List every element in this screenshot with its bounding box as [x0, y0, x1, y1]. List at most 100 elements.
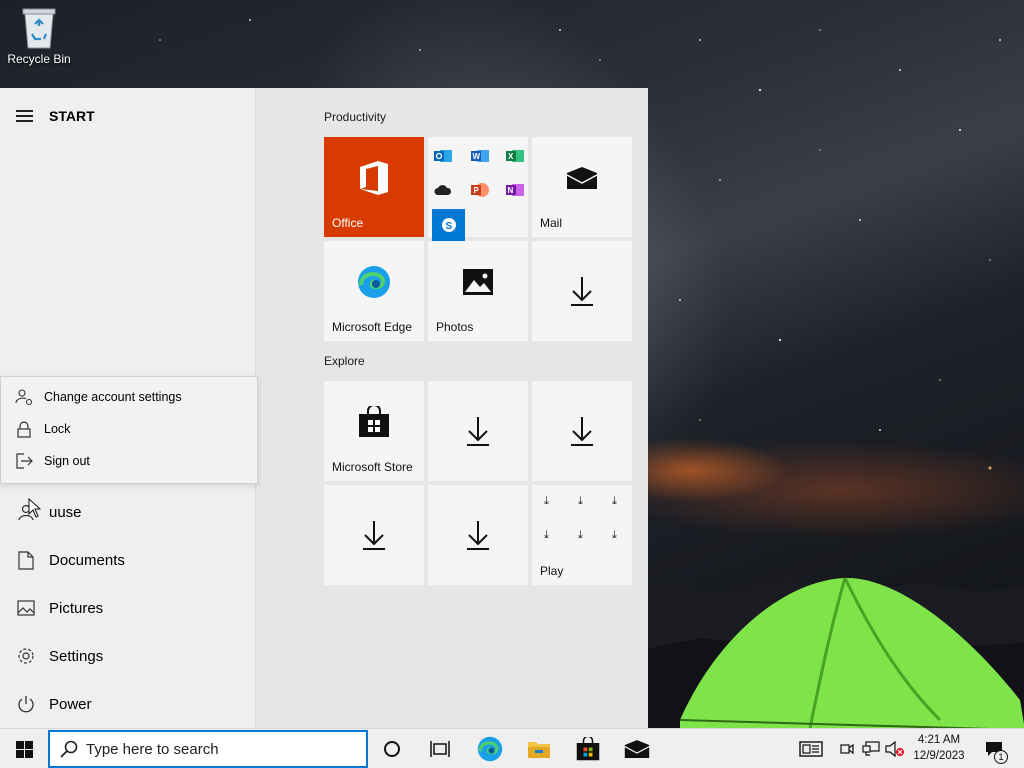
tile-office[interactable]: Office — [324, 137, 424, 237]
taskbar: 4:21 AM 12/9/2023 1 — [0, 728, 1024, 768]
meet-now-icon — [840, 743, 854, 755]
tile-label: Microsoft Store — [332, 460, 413, 474]
download-arrow-icon: ⤓ — [578, 529, 583, 541]
download-arrow-icon: ⤓ — [544, 529, 549, 541]
start-button[interactable] — [0, 729, 48, 768]
play-folder-grid: ⤓ ⤓ ⤓ ⤓ ⤓ ⤓ — [532, 485, 632, 565]
network-button[interactable] — [860, 729, 882, 768]
account-flyout: Change account settings Lock Sign out — [0, 376, 258, 484]
sign-out-icon — [15, 452, 33, 470]
download-arrow-icon — [532, 241, 632, 341]
change-account-settings[interactable]: Change account settings — [1, 381, 257, 413]
start-title: START — [49, 108, 95, 124]
word-icon: W — [469, 145, 491, 167]
download-arrow-icon — [428, 381, 528, 481]
cortana-button[interactable] — [368, 729, 416, 768]
rail-item-pictures[interactable]: Pictures — [0, 584, 256, 632]
taskbar-store-button[interactable] — [564, 729, 612, 768]
tile-label: Office — [332, 216, 364, 230]
sign-out[interactable]: Sign out — [1, 445, 257, 477]
rail-item-label: Pictures — [49, 599, 104, 617]
svg-text:W: W — [473, 152, 481, 161]
lock-icon — [15, 420, 33, 438]
clock-time: 4:21 AM — [917, 734, 961, 746]
office-icon — [324, 137, 424, 219]
download-arrow-icon — [428, 485, 528, 585]
tile-microsoft-store[interactable]: Microsoft Store — [324, 381, 424, 481]
taskbar-mail-button[interactable] — [613, 729, 661, 768]
start-rail-items: uuse Documents Pictures Settings Power — [0, 488, 256, 728]
tile-play[interactable]: ⤓ ⤓ ⤓ ⤓ ⤓ ⤓ Play — [532, 485, 632, 585]
taskbar-search-box[interactable] — [48, 730, 368, 768]
document-icon — [16, 550, 36, 570]
edge-icon — [324, 241, 424, 323]
office-apps-grid: W X P N S — [432, 141, 528, 241]
cortana-icon — [384, 741, 400, 757]
tile-download-1[interactable] — [532, 241, 632, 341]
notification-count-badge: 1 — [994, 750, 1008, 764]
search-icon — [60, 740, 78, 758]
tile-photos[interactable]: Photos — [428, 241, 528, 341]
store-icon — [576, 737, 600, 761]
flyout-item-label: Sign out — [44, 454, 90, 468]
download-arrow-icon — [532, 381, 632, 481]
news-button[interactable] — [796, 729, 826, 768]
group-label-explore: Explore — [324, 354, 365, 368]
svg-text:N: N — [508, 186, 514, 195]
task-view-icon — [430, 741, 450, 757]
gear-icon — [16, 646, 36, 666]
outlook-icon — [432, 145, 454, 167]
account-settings-icon — [15, 388, 33, 406]
search-input[interactable] — [86, 740, 346, 758]
tile-microsoft-edge[interactable]: Microsoft Edge — [324, 241, 424, 341]
download-arrow-icon: ⤓ — [612, 529, 617, 541]
tile-mail[interactable]: Mail — [532, 137, 632, 237]
desktop-icon-recycle-bin[interactable]: Recycle Bin — [4, 6, 74, 76]
svg-text:S: S — [445, 221, 452, 232]
powerpoint-icon: P — [469, 179, 491, 201]
group-label-productivity: Productivity — [324, 110, 387, 124]
rail-item-documents[interactable]: Documents — [0, 536, 256, 584]
start-header[interactable]: START — [0, 88, 256, 144]
mail-icon — [532, 137, 632, 219]
download-arrow-icon: ⤓ — [578, 495, 583, 507]
tile-label: Mail — [540, 216, 563, 230]
rail-item-settings[interactable]: Settings — [0, 632, 256, 680]
clock-date: 12/9/2023 — [913, 750, 965, 762]
lock[interactable]: Lock — [1, 413, 257, 445]
volume-muted-icon — [885, 741, 904, 757]
photos-icon — [428, 241, 528, 323]
onenote-icon: N — [504, 179, 526, 201]
hamburger-menu-icon[interactable] — [16, 110, 33, 122]
rail-item-power[interactable]: Power — [0, 680, 256, 728]
taskbar-clock[interactable]: 4:21 AM 12/9/2023 — [904, 732, 974, 764]
rail-item-label: uuse — [49, 503, 82, 521]
taskbar-edge-button[interactable] — [466, 729, 514, 768]
power-icon — [16, 694, 36, 714]
flyout-item-label: Lock — [44, 422, 71, 436]
download-arrow-icon: ⤓ — [544, 495, 549, 507]
start-menu: START uuse Documents Pictures Settings P… — [0, 88, 648, 728]
windows-logo-icon — [15, 740, 33, 758]
recycle-bin-icon — [22, 8, 56, 49]
svg-text:P: P — [474, 186, 480, 195]
rail-item-label: Documents — [49, 551, 125, 569]
taskbar-file-explorer-button[interactable] — [515, 729, 563, 768]
desktop-icon-label: Recycle Bin — [7, 52, 71, 66]
tile-label: Microsoft Edge — [332, 320, 413, 334]
tile-label: Photos — [436, 320, 474, 334]
volume-button[interactable] — [884, 729, 906, 768]
task-view-button[interactable] — [416, 729, 464, 768]
tile-download-3[interactable] — [532, 381, 632, 481]
flyout-item-label: Change account settings — [44, 390, 182, 404]
tile-office-apps[interactable]: W X P N S — [428, 137, 528, 241]
mail-icon — [624, 740, 650, 758]
action-center-button[interactable]: 1 — [980, 729, 1008, 768]
download-arrow-icon — [324, 485, 424, 585]
tile-download-5[interactable] — [428, 485, 528, 585]
tent — [680, 577, 1024, 728]
meet-now-button[interactable] — [838, 729, 856, 768]
tile-download-4[interactable] — [324, 485, 424, 585]
rail-item-label: Power — [49, 695, 92, 713]
tile-download-2[interactable] — [428, 381, 528, 481]
